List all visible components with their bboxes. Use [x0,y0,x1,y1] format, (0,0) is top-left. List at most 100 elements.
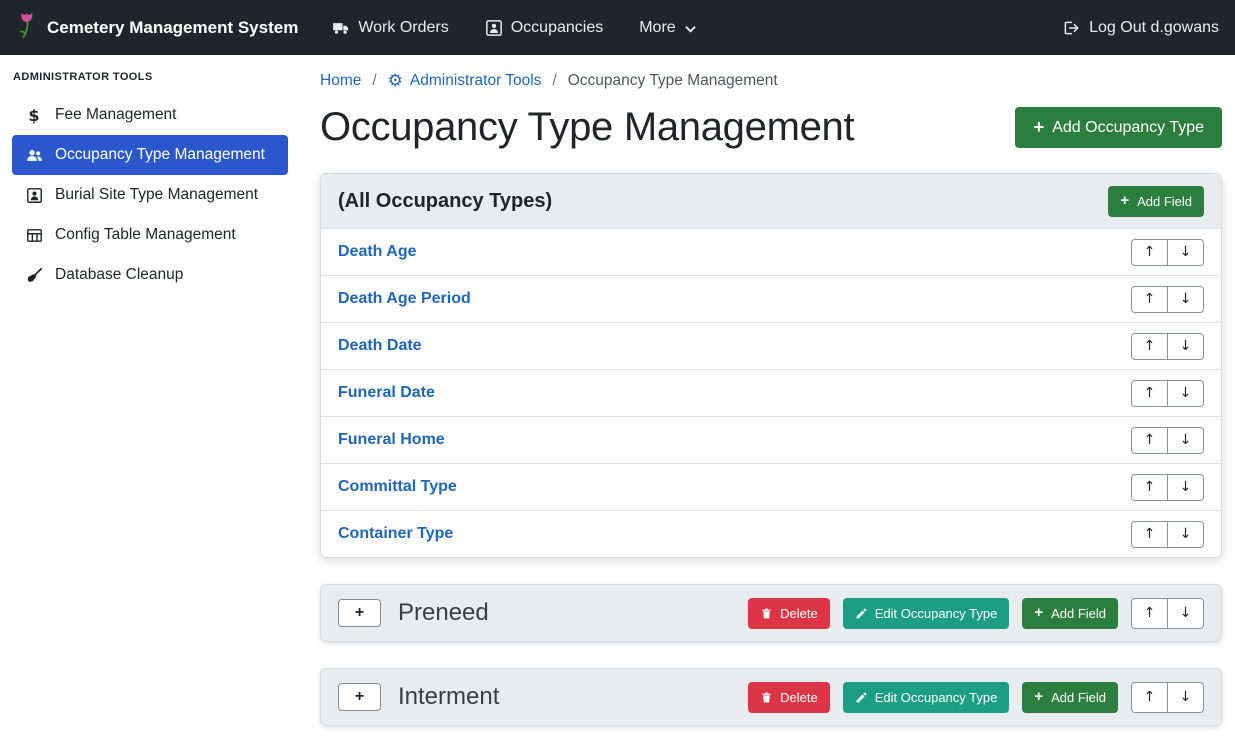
nav-occupancies[interactable]: Occupancies [485,19,604,37]
sidebar-item-occupancy-type-management[interactable]: Occupancy Type Management [12,135,288,175]
app-brand[interactable]: Cemetery Management System [16,10,298,45]
move-up-button[interactable]: ↑ [1131,474,1168,501]
arrow-up-icon: ↑ [1144,689,1156,705]
all-occupancy-types-title: (All Occupancy Types) [338,190,552,213]
edit-occupancy-type-button[interactable]: Edit Occupancy Type [843,682,1010,713]
delete-button[interactable]: Delete [748,598,830,629]
expand-section-button[interactable]: + [338,683,381,711]
move-down-button[interactable]: ↓ [1167,427,1204,454]
field-row: Container Type ↑ ↓ [321,510,1221,557]
field-row: Committal Type ↑ ↓ [321,463,1221,510]
section-title: Preneed [398,599,489,627]
field-link-death-date[interactable]: Death Date [338,337,422,355]
gear-icon: ⚙ [388,73,403,90]
move-down-button[interactable]: ↓ [1167,286,1204,313]
move-down-button[interactable]: ↓ [1167,239,1204,266]
sidebar-item-label: Config Table Management [55,226,236,244]
arrow-up-icon: ↑ [1144,244,1156,260]
breadcrumb-separator: / [552,72,556,90]
add-field-label: Add Field [1051,606,1106,621]
field-row: Funeral Date ↑ ↓ [321,369,1221,416]
field-row: Death Age Period ↑ ↓ [321,275,1221,322]
sidebar-item-fee-management[interactable]: $ Fee Management [12,95,288,135]
reorder-group: ↑ ↓ [1131,474,1204,501]
move-down-button[interactable]: ↓ [1167,598,1204,629]
logout-button[interactable]: Log Out d.gowans [1062,19,1219,37]
expand-section-button[interactable]: + [338,599,381,627]
field-row: Death Date ↑ ↓ [321,322,1221,369]
move-up-button[interactable]: ↑ [1131,380,1168,407]
field-row: Death Age ↑ ↓ [321,228,1221,275]
table-icon [22,227,46,244]
move-up-button[interactable]: ↑ [1131,427,1168,454]
admin-tools-sidebar: Administrator Tools $ Fee Management Occ… [0,55,300,738]
move-up-button[interactable]: ↑ [1131,333,1168,360]
breadcrumb-administrator-tools[interactable]: ⚙ Administrator Tools [388,72,542,90]
field-row: Funeral Home ↑ ↓ [321,416,1221,463]
move-down-button[interactable]: ↓ [1167,380,1204,407]
delete-label: Delete [780,690,818,705]
edit-occupancy-type-button[interactable]: Edit Occupancy Type [843,598,1010,629]
move-up-button[interactable]: ↑ [1131,598,1168,629]
logout-icon [1062,19,1080,37]
field-link-death-age-period[interactable]: Death Age Period [338,290,471,308]
arrow-up-icon: ↑ [1144,338,1156,354]
sidebar-item-label: Fee Management [55,106,177,124]
breadcrumb-separator: / [372,72,376,90]
nav-more-label: More [639,19,675,37]
move-up-button[interactable]: ↑ [1131,682,1168,713]
section-actions: Delete Edit Occupancy Type + Add Field ↑… [748,682,1204,713]
move-down-button[interactable]: ↓ [1167,521,1204,548]
field-link-committal-type[interactable]: Committal Type [338,478,457,496]
reorder-group: ↑ ↓ [1131,682,1204,713]
logout-label: Log Out d.gowans [1089,19,1219,37]
move-down-button[interactable]: ↓ [1167,682,1204,713]
move-up-button[interactable]: ↑ [1131,521,1168,548]
nav-occupancies-label: Occupancies [511,19,604,37]
field-link-funeral-home[interactable]: Funeral Home [338,431,445,449]
add-field-button[interactable]: + Add Field [1108,186,1204,217]
arrow-down-icon: ↓ [1180,479,1192,495]
arrow-down-icon: ↓ [1180,338,1192,354]
arrow-up-icon: ↑ [1144,479,1156,495]
reorder-group: ↑ ↓ [1131,598,1204,629]
move-up-button[interactable]: ↑ [1131,239,1168,266]
pencil-icon [855,691,868,704]
add-occupancy-type-label: Add Occupancy Type [1052,119,1204,137]
add-occupancy-type-button[interactable]: + Add Occupancy Type [1015,107,1222,148]
all-occupancy-types-header: (All Occupancy Types) + Add Field [321,174,1221,228]
dollar-icon: $ [22,106,46,125]
chevron-down-icon [684,23,697,36]
sidebar-item-label: Database Cleanup [55,266,183,284]
sidebar-item-burial-site-type-management[interactable]: Burial Site Type Management [12,175,288,215]
arrow-down-icon: ↓ [1180,385,1192,401]
move-down-button[interactable]: ↓ [1167,333,1204,360]
section-actions: Delete Edit Occupancy Type + Add Field ↑… [748,598,1204,629]
add-field-button[interactable]: + Add Field [1022,598,1118,629]
nav-work-orders[interactable]: Work Orders [332,19,448,37]
trash-icon [760,691,773,704]
arrow-up-icon: ↑ [1144,291,1156,307]
delete-button[interactable]: Delete [748,682,830,713]
arrow-down-icon: ↓ [1180,244,1192,260]
person-booth-icon [485,19,503,37]
sidebar-item-config-table-management[interactable]: Config Table Management [12,215,288,255]
move-down-button[interactable]: ↓ [1167,474,1204,501]
field-link-container-type[interactable]: Container Type [338,525,453,543]
field-link-death-age[interactable]: Death Age [338,243,417,261]
sidebar-item-database-cleanup[interactable]: Database Cleanup [12,255,288,295]
add-field-label: Add Field [1051,690,1106,705]
reorder-group: ↑ ↓ [1131,286,1204,313]
nav-more[interactable]: More [639,19,696,37]
field-link-funeral-date[interactable]: Funeral Date [338,384,435,402]
move-up-button[interactable]: ↑ [1131,286,1168,313]
add-field-button[interactable]: + Add Field [1022,682,1118,713]
flower-logo-icon [16,10,37,45]
plus-icon: + [1120,194,1129,209]
breadcrumb-admin-label: Administrator Tools [410,72,542,90]
arrow-up-icon: ↑ [1144,385,1156,401]
plus-icon: + [1033,118,1044,136]
breadcrumb-home[interactable]: Home [320,72,361,90]
app-title: Cemetery Management System [47,18,298,38]
sidebar-item-label: Burial Site Type Management [55,186,258,204]
